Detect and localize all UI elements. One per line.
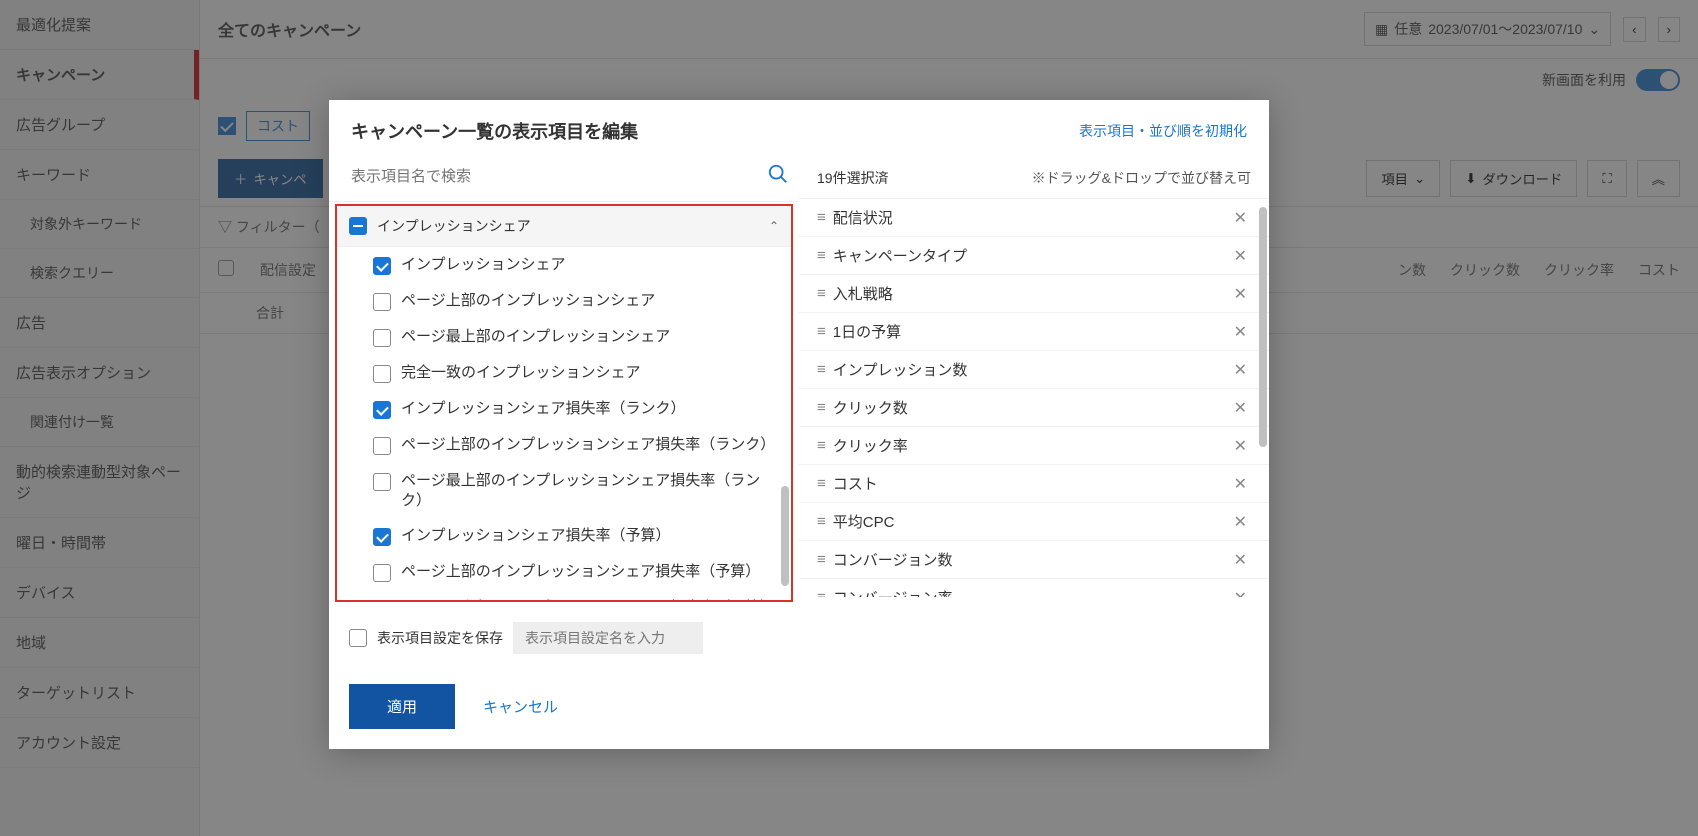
- column-option-checkbox[interactable]: [373, 600, 391, 602]
- selected-column-row[interactable]: ≡ クリック率 ✕: [799, 427, 1269, 465]
- column-option-checkbox[interactable]: [373, 473, 391, 491]
- column-option-checkbox[interactable]: [373, 437, 391, 455]
- remove-column-button[interactable]: ✕: [1230, 322, 1251, 342]
- drag-handle-icon[interactable]: ≡: [817, 209, 823, 226]
- remove-column-button[interactable]: ✕: [1230, 360, 1251, 380]
- remove-column-button[interactable]: ✕: [1230, 208, 1251, 228]
- selected-count: 19件選択済: [817, 168, 889, 188]
- selected-column-label: インプレッション数: [833, 359, 968, 380]
- selected-column-label: 平均CPC: [833, 511, 895, 532]
- column-option-row[interactable]: ページ最上部のインプレッションシェア損失率（ランク）: [337, 463, 791, 518]
- drag-handle-icon[interactable]: ≡: [817, 399, 823, 416]
- column-option-checkbox[interactable]: [373, 564, 391, 582]
- available-columns-panel: インプレッションシェア ⌃ インプレッションシェアページ上部のインプレッションシ…: [335, 204, 793, 602]
- column-option-checkbox[interactable]: [373, 293, 391, 311]
- column-option-row[interactable]: インプレッションシェア: [337, 247, 791, 283]
- indeterminate-checkbox-icon[interactable]: [349, 217, 367, 235]
- edit-columns-modal: キャンペーン一覧の表示項目を編集 表示項目・並び順を初期化 インプレッションシェ…: [329, 100, 1269, 749]
- column-option-row[interactable]: ページ最上部のインプレッションシェア損失率（予算）: [337, 590, 791, 602]
- remove-column-button[interactable]: ✕: [1230, 512, 1251, 532]
- drag-handle-icon[interactable]: ≡: [817, 323, 823, 340]
- selected-column-label: クリック数: [833, 397, 908, 418]
- column-option-label: インプレッションシェア: [401, 255, 566, 275]
- scrollbar[interactable]: [781, 486, 789, 586]
- search-icon[interactable]: [767, 163, 789, 191]
- drag-handle-icon[interactable]: ≡: [817, 247, 823, 264]
- column-option-row[interactable]: ページ上部のインプレッションシェア損失率（ランク）: [337, 427, 791, 463]
- selected-columns-panel: ≡ 配信状況 ✕ ≡ キャンペーンタイプ ✕ ≡ 入札戦略 ✕ ≡ 1日の予算 ✕ ≡ インプレッション数…: [799, 199, 1269, 597]
- column-option-label: ページ最上部のインプレッションシェア損失率（予算）: [401, 598, 775, 602]
- column-option-row[interactable]: ページ上部のインプレッションシェア損失率（予算）: [337, 554, 791, 590]
- column-option-row[interactable]: 完全一致のインプレッションシェア: [337, 355, 791, 391]
- chevron-up-icon: ⌃: [769, 219, 779, 233]
- drag-handle-icon[interactable]: ≡: [817, 589, 823, 597]
- column-option-label: インプレッションシェア損失率（ランク）: [401, 399, 686, 419]
- column-option-row[interactable]: インプレッションシェア損失率（ランク）: [337, 391, 791, 427]
- column-option-checkbox[interactable]: [373, 329, 391, 347]
- drag-handle-icon[interactable]: ≡: [817, 551, 823, 568]
- selected-column-row[interactable]: ≡ クリック数 ✕: [799, 389, 1269, 427]
- selected-column-label: コスト: [833, 473, 878, 494]
- selected-column-label: 1日の予算: [833, 321, 901, 342]
- remove-column-button[interactable]: ✕: [1230, 588, 1251, 598]
- selected-column-row[interactable]: ≡ 1日の予算 ✕: [799, 313, 1269, 351]
- column-option-row[interactable]: インプレッションシェア損失率（予算）: [337, 518, 791, 554]
- column-option-row[interactable]: ページ最上部のインプレッションシェア: [337, 319, 791, 355]
- cancel-link[interactable]: キャンセル: [483, 696, 558, 717]
- selected-column-label: キャンペーンタイプ: [833, 245, 967, 266]
- modal-title: キャンペーン一覧の表示項目を編集: [351, 118, 638, 144]
- selected-column-row[interactable]: ≡ キャンペーンタイプ ✕: [799, 237, 1269, 275]
- column-search-input[interactable]: [347, 162, 767, 191]
- selected-column-row[interactable]: ≡ 平均CPC ✕: [799, 503, 1269, 541]
- column-option-row[interactable]: ページ上部のインプレッションシェア: [337, 283, 791, 319]
- column-option-checkbox[interactable]: [373, 528, 391, 546]
- column-option-checkbox[interactable]: [373, 365, 391, 383]
- scrollbar[interactable]: [1259, 207, 1267, 447]
- selected-column-label: コンバージョン数: [833, 549, 953, 570]
- column-option-label: ページ上部のインプレッションシェア: [401, 291, 655, 311]
- column-option-label: ページ最上部のインプレッションシェア: [401, 327, 670, 347]
- save-settings-label: 表示項目設定を保存: [377, 628, 503, 648]
- selected-column-row[interactable]: ≡ 入札戦略 ✕: [799, 275, 1269, 313]
- remove-column-button[interactable]: ✕: [1230, 474, 1251, 494]
- remove-column-button[interactable]: ✕: [1230, 246, 1251, 266]
- drag-handle-icon[interactable]: ≡: [817, 285, 823, 302]
- column-option-label: ページ上部のインプレッションシェア損失率（ランク）: [401, 435, 775, 455]
- selected-column-row[interactable]: ≡ インプレッション数 ✕: [799, 351, 1269, 389]
- selected-column-row[interactable]: ≡ 配信状況 ✕: [799, 199, 1269, 237]
- selected-column-row[interactable]: ≡ コスト ✕: [799, 465, 1269, 503]
- column-option-label: 完全一致のインプレッションシェア: [401, 363, 641, 383]
- column-option-checkbox[interactable]: [373, 257, 391, 275]
- apply-button[interactable]: 適用: [349, 684, 455, 729]
- selected-column-row[interactable]: ≡ コンバージョン率 ✕: [799, 579, 1269, 597]
- selected-column-label: 配信状況: [833, 207, 893, 228]
- save-settings-checkbox[interactable]: [349, 629, 367, 647]
- drag-handle-icon[interactable]: ≡: [817, 513, 823, 530]
- remove-column-button[interactable]: ✕: [1230, 436, 1251, 456]
- column-option-label: ページ最上部のインプレッションシェア損失率（ランク）: [401, 471, 779, 510]
- save-settings-name-input[interactable]: [513, 622, 703, 654]
- reorder-note: ※ドラッグ&ドロップで並び替え可: [1032, 168, 1251, 188]
- drag-handle-icon[interactable]: ≡: [817, 437, 823, 454]
- category-label: インプレッションシェア: [377, 216, 531, 236]
- remove-column-button[interactable]: ✕: [1230, 550, 1251, 570]
- selected-column-label: 入札戦略: [833, 283, 893, 304]
- drag-handle-icon[interactable]: ≡: [817, 475, 823, 492]
- column-option-checkbox[interactable]: [373, 401, 391, 419]
- selected-column-label: コンバージョン率: [833, 587, 953, 597]
- drag-handle-icon[interactable]: ≡: [817, 361, 823, 378]
- category-header-impression-share[interactable]: インプレッションシェア ⌃: [337, 206, 791, 247]
- column-option-label: ページ上部のインプレッションシェア損失率（予算）: [401, 562, 760, 582]
- selected-column-label: クリック率: [833, 435, 908, 456]
- remove-column-button[interactable]: ✕: [1230, 398, 1251, 418]
- remove-column-button[interactable]: ✕: [1230, 284, 1251, 304]
- selected-column-row[interactable]: ≡ コンバージョン数 ✕: [799, 541, 1269, 579]
- reset-columns-link[interactable]: 表示項目・並び順を初期化: [1079, 121, 1247, 141]
- column-option-label: インプレッションシェア損失率（予算）: [401, 526, 671, 546]
